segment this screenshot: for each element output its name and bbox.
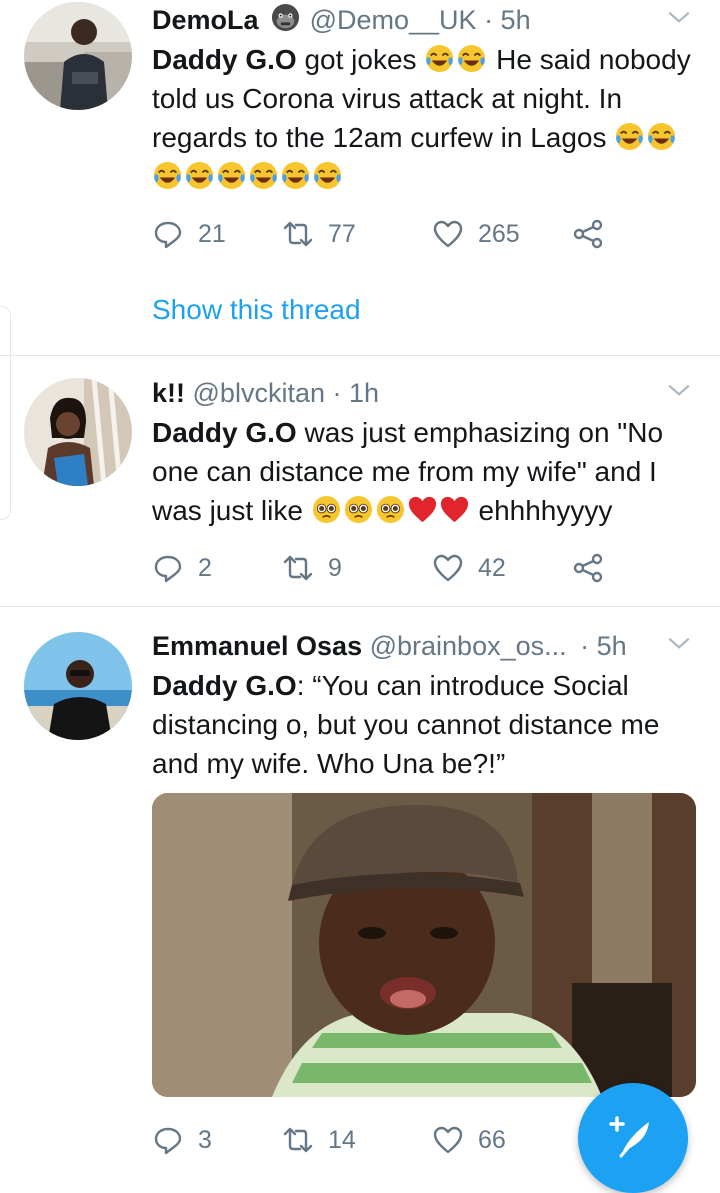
face-with-tears-of-joy-icon	[185, 161, 214, 190]
retweet-button[interactable]: 9	[282, 552, 432, 584]
reply-button[interactable]: 21	[152, 218, 282, 250]
avatar[interactable]	[24, 632, 132, 740]
share-button[interactable]	[572, 218, 604, 250]
face-with-tears-of-joy-icon	[281, 161, 310, 190]
face-with-tears-of-joy-icon	[153, 161, 182, 190]
compose-tweet-icon	[609, 1116, 649, 1158]
share-icon	[573, 219, 603, 249]
tweet-text-part: got jokes	[296, 44, 425, 75]
display-name[interactable]: k!!	[152, 378, 185, 408]
red-heart-icon	[408, 496, 436, 523]
face-with-tears-of-joy-icon	[616, 122, 644, 151]
tweet-text-bold: Daddy G.O	[152, 670, 297, 701]
like-button[interactable]: 42	[432, 552, 572, 584]
reply-icon	[154, 555, 182, 583]
retweet-count: 9	[328, 553, 342, 582]
reply-count: 2	[198, 553, 212, 582]
tweet-text: Daddy G.O got jokes He said nobody told …	[152, 40, 692, 196]
heart-emoji-icon	[407, 495, 471, 526]
retweet-button[interactable]: 77	[282, 218, 432, 250]
pleading-emoji-icon	[311, 495, 407, 526]
face-with-tears-of-joy-icon	[217, 161, 246, 190]
face-with-tears-of-joy-icon	[249, 161, 278, 190]
retweet-button[interactable]: 14	[282, 1124, 432, 1156]
reply-button[interactable]: 2	[152, 552, 282, 584]
reply-icon	[154, 1127, 182, 1155]
retweet-count: 14	[328, 1125, 356, 1154]
tweet-text: Daddy G.O: “You can introduce Social dis…	[152, 666, 692, 783]
chevron-down-icon[interactable]	[666, 4, 692, 30]
chevron-down-icon[interactable]	[666, 377, 692, 403]
like-button[interactable]: 66	[432, 1124, 572, 1156]
face-with-tears-of-joy-icon	[313, 161, 342, 190]
tweet-text-bold: Daddy G.O	[152, 417, 297, 448]
timestamp: · 5h	[580, 631, 627, 661]
retweet-count: 77	[328, 219, 356, 248]
tweet-actions: 2 9 42	[152, 548, 622, 588]
laughing-emoji-icon	[424, 44, 488, 75]
tweet-text: Daddy G.O was just emphasizing on "No on…	[152, 413, 692, 530]
retweet-icon	[283, 1127, 313, 1153]
gorilla-emoji-icon	[271, 3, 300, 32]
display-name[interactable]: DemoLa	[152, 5, 259, 35]
pleading-face-icon	[376, 495, 404, 524]
reply-count: 21	[198, 219, 226, 248]
user-handle[interactable]: @brainbox_os...	[370, 631, 567, 661]
reply-icon	[154, 221, 182, 249]
like-count: 42	[478, 553, 506, 582]
face-with-tears-of-joy-icon	[648, 122, 676, 151]
reply-button[interactable]: 3	[152, 1124, 282, 1156]
chevron-down-icon[interactable]	[666, 630, 692, 656]
display-name[interactable]: Emmanuel Osas	[152, 631, 362, 661]
face-with-tears-of-joy-icon	[458, 44, 486, 73]
reply-count: 3	[198, 1125, 212, 1154]
show-thread-link[interactable]: Show this thread	[152, 294, 361, 326]
timestamp: · 5h	[484, 5, 531, 35]
share-icon	[573, 553, 603, 583]
avatar[interactable]	[24, 2, 132, 110]
tweet-text-part: ehhhhyyyy	[470, 495, 613, 526]
like-count: 66	[478, 1125, 506, 1154]
tweet-actions: 21 77 265	[152, 214, 622, 254]
retweet-icon	[283, 555, 313, 581]
like-button[interactable]: 265	[432, 218, 572, 250]
avatar[interactable]	[24, 378, 132, 486]
pleading-face-icon	[344, 495, 372, 524]
user-handle[interactable]: @Demo__UK	[310, 5, 477, 35]
user-handle[interactable]: @blvckitan	[193, 378, 325, 408]
pleading-face-icon	[312, 495, 340, 524]
tweet-2[interactable]: k!! @blvckitan · 1h Daddy G.O was just e…	[0, 356, 720, 606]
timestamp: · 1h	[332, 378, 380, 408]
heart-icon	[433, 220, 463, 248]
heart-icon	[433, 554, 463, 582]
tweet-1[interactable]: DemoLa @Demo__UK · 5h Daddy G.O got joke…	[0, 0, 720, 355]
heart-icon	[433, 1126, 463, 1154]
tweet-text-bold: Daddy G.O	[152, 44, 297, 75]
face-with-tears-of-joy-icon	[426, 44, 454, 73]
tweet-actions: 3 14 66	[152, 1120, 622, 1160]
share-button[interactable]	[572, 552, 604, 584]
red-heart-icon	[440, 496, 468, 523]
tweet-media-image[interactable]	[152, 793, 696, 1097]
retweet-icon	[283, 221, 313, 247]
like-count: 265	[478, 219, 520, 248]
